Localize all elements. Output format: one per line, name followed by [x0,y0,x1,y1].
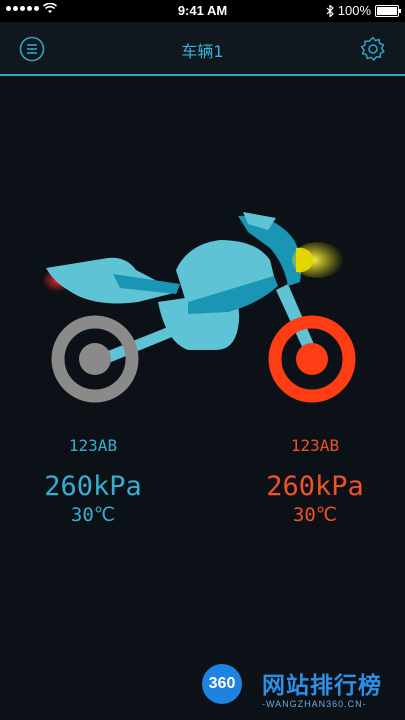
bluetooth-icon [326,4,334,17]
front-wheel [268,315,356,403]
nav-bar: 车辆1 [0,22,405,76]
rear-tire-info: 123AB 260kPa 30℃ [23,436,163,526]
motorcycle-illustration [42,212,356,403]
rear-wheel [51,315,139,403]
status-bar: 9:41 AM 100% [0,0,405,22]
gear-icon [360,36,385,61]
watermark-subtitle: -WANGZHAN360.CN- [262,699,367,709]
watermark-title: 网站排行榜 [262,673,382,699]
watermark-logo: 360 [202,664,242,704]
rear-tire-pressure: 260kPa [44,471,142,502]
battery-icon [375,4,401,17]
front-tire-id: 123AB [290,436,340,455]
rear-tire-id: 123AB [68,436,118,455]
bike-tail [46,257,178,304]
front-tire-pressure: 260kPa [266,471,364,502]
front-tire-temperature: 30℃ [292,504,338,526]
page-title: 车辆1 [181,42,224,61]
watermark: 360 网站排行榜 -WANGZHAN360.CN- [190,662,405,720]
rear-tire-temperature: 30℃ [70,504,116,526]
front-tire-info: 123AB 260kPa 30℃ [245,436,385,526]
battery-percent: 100% [337,3,371,18]
status-right: 100% [326,3,401,18]
settings-button[interactable] [360,36,386,62]
